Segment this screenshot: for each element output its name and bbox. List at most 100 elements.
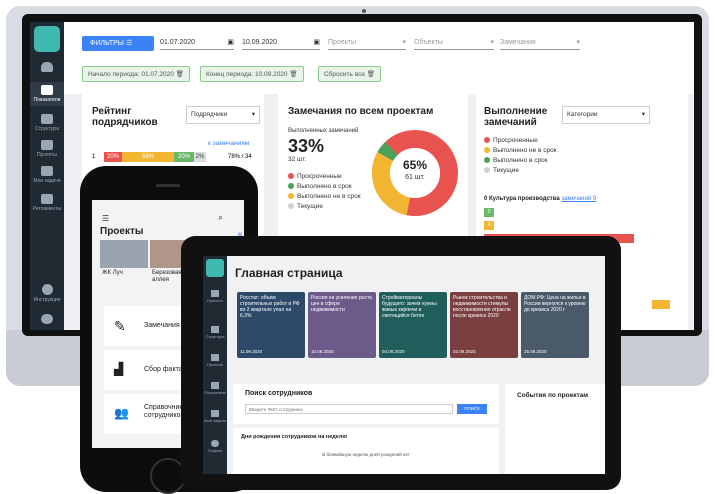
remarks-select[interactable]: Замечания ▾ (500, 36, 580, 50)
projects-select[interactable]: Проекты ▾ (328, 36, 406, 50)
news-card[interactable]: Россия на усиление роста цен в сфере нед… (308, 292, 376, 358)
peek-text: м (238, 232, 243, 238)
sidebar-item-settings[interactable] (30, 314, 64, 326)
filters-button[interactable]: ФИЛЬТРЫ ☰ (82, 36, 154, 51)
chip-period-end[interactable]: Конец периода: 10.09.2020 🗑 (200, 66, 304, 82)
tablet-nav-departments[interactable]: Отделы (203, 440, 227, 453)
pie-icon (211, 440, 219, 447)
sidebar-item-notifications[interactable] (30, 62, 64, 74)
camera-dot (362, 9, 366, 13)
filter-bar: ФИЛЬТРЫ ☰ 01.07.2020 ▣ 10.09.2020 ▣ Проект… (64, 22, 694, 94)
date-to-field[interactable]: 10.09.2020 ▣ (242, 36, 320, 50)
sidebar-item-indicators[interactable]: Показатели (30, 82, 64, 106)
sidebar-item-tasks[interactable]: Мои задачи (30, 166, 64, 184)
sidebar-item-projects[interactable]: Проекты (30, 140, 64, 158)
legend-dot-icon (288, 203, 294, 210)
help-icon (41, 284, 53, 295)
done-percent: 33% (288, 136, 325, 156)
tablet-sidebar: Новости Структура Проекты Показатели Мои… (203, 256, 227, 474)
execution-title: Выполнение замечаний (484, 106, 548, 128)
legend-item: Текущие (484, 166, 557, 176)
tablet-nav-projects[interactable]: Проекты (203, 354, 227, 367)
news-card[interactable]: Стройматериалы будущего: зачем нужны жив… (379, 292, 447, 358)
legend-item: Выполнено не в срок (484, 146, 557, 156)
birthdays-panel: Дни рождения сотрудников на неделю В бли… (233, 428, 499, 474)
chevron-down-icon: ▾ (490, 39, 494, 46)
culture-bar-ontime: 0 (484, 208, 494, 217)
contractors-select[interactable]: Подрядчики ▾ (186, 106, 260, 124)
legend-dot-icon (288, 173, 294, 180)
chip-period-start[interactable]: Начало периода: 01.07.2020 🗑 (82, 66, 190, 82)
projects-icon (41, 140, 53, 150)
app-logo-icon[interactable] (34, 26, 60, 52)
legend-item: Выполнено в срок (484, 156, 557, 166)
structure-icon (211, 326, 219, 333)
users-icon: 👥 (114, 406, 129, 420)
sidebar-item-regulations[interactable]: Регламенты (30, 194, 64, 212)
tasks-icon (41, 166, 53, 176)
tablet-screen: Новости Структура Проекты Показатели Мои… (203, 256, 605, 474)
donut-percent: 65% (402, 158, 428, 172)
menu-icon[interactable]: ☰ (102, 214, 109, 223)
tablet-nav-tasks[interactable]: Мои задачи (203, 410, 227, 423)
news-card[interactable]: Росстат: объем строительных работ в РФ в… (237, 292, 305, 358)
events-title: События по проектам (517, 392, 589, 399)
remarks-donut-chart (372, 130, 458, 216)
remarks-legend: Просроченные Выполнено в срок Выполнено … (288, 172, 361, 212)
legend-item: Просроченные (484, 136, 557, 146)
edit-icon: ✎ (114, 318, 126, 334)
objects-select[interactable]: Объекты ▾ (414, 36, 494, 50)
categories-select[interactable]: Категории ▾ (562, 106, 650, 124)
reset-all-button[interactable]: Сбросить все 🗑 (318, 66, 382, 82)
tile-fact-collection[interactable]: ▟ Сбор факта (104, 350, 184, 390)
legend-dot-icon (484, 147, 490, 154)
project-card-title[interactable]: ЖК Луч (102, 270, 123, 276)
birthdays-title: Дни рождения сотрудников на неделю (241, 434, 348, 440)
news-card[interactable]: ДОМ.РФ: Цена на жилье в России вернулся … (521, 292, 589, 358)
legend-item: Текущие (288, 202, 361, 212)
gear-icon (41, 314, 53, 324)
to-remarks-link[interactable]: к замечаниям (208, 140, 249, 147)
desktop-sidebar: Показатели Структура Проекты Мои задачи … (30, 22, 64, 330)
legend-item: Выполнено не в срок (288, 192, 361, 202)
done-label: Выполненных замечаний (288, 128, 359, 134)
rating-row: 1 20% 58% 20% 2% 78% / 34 (92, 152, 252, 162)
employee-search-input[interactable] (245, 404, 453, 414)
chevron-down-icon: ▾ (576, 39, 580, 46)
sidebar-item-instructions[interactable]: Инструкции (30, 284, 64, 303)
structure-icon (41, 114, 53, 124)
chevron-down-icon: ▾ (402, 39, 406, 46)
employee-search-panel: Поиск сотрудников ПОИСК (233, 384, 499, 424)
tile-remarks[interactable]: ✎ Замечания (104, 306, 184, 346)
tablet-page-title: Главная страница (235, 266, 343, 280)
remarks-title: Замечания по всем проектам (288, 106, 434, 117)
date-from-field[interactable]: 01.07.2020 ▣ (160, 36, 234, 50)
legend-dot-icon (288, 193, 294, 200)
search-button[interactable]: ПОИСК (457, 404, 487, 414)
culture-link[interactable]: замечаний 9 (561, 196, 596, 202)
chart-icon (211, 382, 219, 389)
project-events-panel: События по проектам (505, 384, 605, 474)
tablet-nav-indicators[interactable]: Показатели (203, 382, 227, 395)
trash-icon: 🗑 (289, 71, 298, 78)
app-logo-icon[interactable] (206, 259, 224, 277)
legend-dot-icon (484, 157, 490, 164)
tile-employee-directory[interactable]: 👥 Справочник сотрудников (104, 394, 184, 434)
news-card[interactable]: Рынок строительства и недвижимости стиму… (450, 292, 518, 358)
chevron-down-icon: ▾ (641, 111, 645, 118)
search-icon[interactable]: ⌕ (218, 212, 223, 223)
legend-dot-icon (288, 183, 294, 190)
legend-item: Просроченные (288, 172, 361, 182)
legend-item: Выполнено в срок (288, 182, 361, 192)
search-title: Поиск сотрудников (245, 390, 313, 397)
tablet-nav-structure[interactable]: Структура (203, 326, 227, 339)
birthdays-empty: В ближайшую неделю дней рождений нет (322, 452, 410, 457)
tablet-nav-news[interactable]: Новости (203, 290, 227, 303)
rating-title: Рейтинг подрядчиков (92, 106, 158, 128)
sidebar-item-structure[interactable]: Структура (30, 114, 64, 132)
calendar-icon: ▣ (313, 39, 320, 46)
projects-icon (211, 354, 219, 361)
news-icon (211, 290, 219, 297)
phone-page-title: Проекты (100, 226, 144, 237)
chevron-down-icon: ▾ (251, 111, 255, 118)
